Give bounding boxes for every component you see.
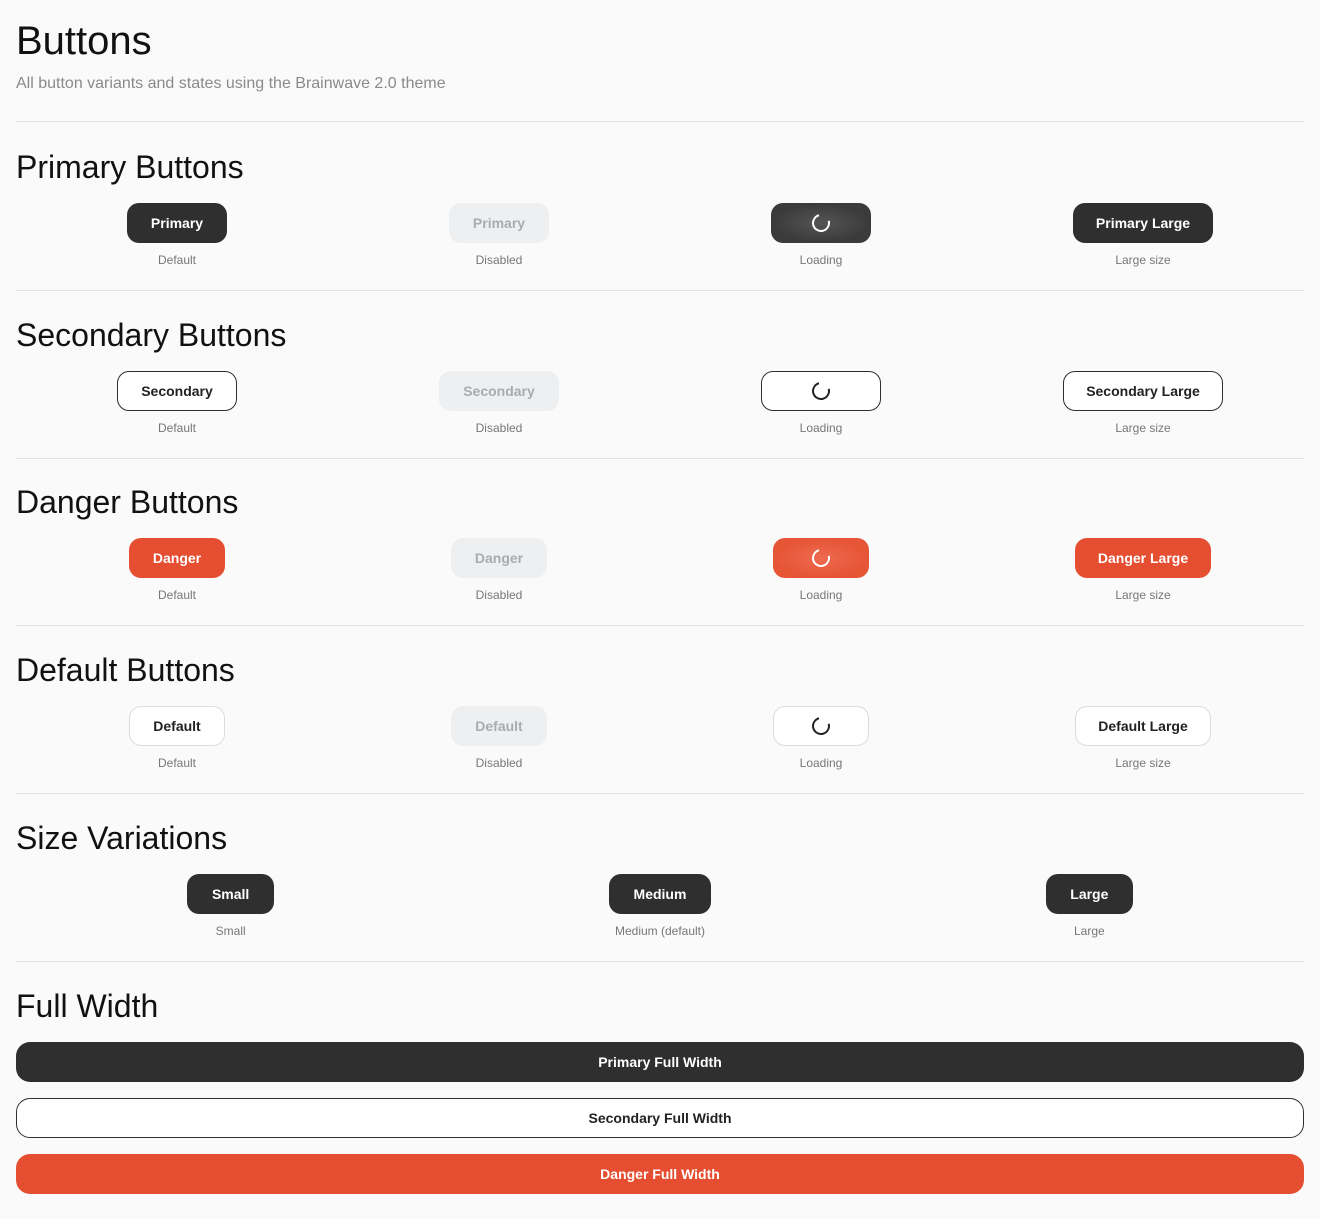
section-title-danger: Danger Buttons xyxy=(16,484,239,520)
default-button[interactable]: Default xyxy=(129,706,225,746)
danger-button[interactable]: Danger xyxy=(129,538,225,578)
default-large-button[interactable]: Default Large xyxy=(1075,706,1211,746)
secondary-button[interactable]: Secondary xyxy=(117,371,237,411)
caption-medium: Medium (default) xyxy=(614,924,706,938)
danger-full-width-button[interactable]: Danger Full Width xyxy=(16,1154,1304,1194)
danger-loading-button xyxy=(773,538,869,578)
page-header: Buttons All button variants and states u… xyxy=(16,0,1304,94)
danger-buttons-row: Danger Default Danger Disabled Loading D… xyxy=(16,538,1304,602)
caption-default: Default xyxy=(157,588,197,602)
caption-disabled: Disabled xyxy=(475,421,523,435)
danger-large-button[interactable]: Danger Large xyxy=(1075,538,1211,578)
divider xyxy=(16,290,1304,291)
default-disabled-button: Default xyxy=(451,706,547,746)
danger-buttons-section: Danger Buttons Danger Default Danger Dis… xyxy=(16,484,1304,602)
danger-large-cell: Danger Large Large size xyxy=(982,538,1304,602)
default-loading-cell: Loading xyxy=(660,706,982,770)
primary-large-button[interactable]: Primary Large xyxy=(1073,203,1213,243)
caption-default: Default xyxy=(157,253,197,267)
danger-loading-cell: Loading xyxy=(660,538,982,602)
size-small-cell: Small Small xyxy=(16,874,445,938)
caption-default: Default xyxy=(157,421,197,435)
caption-disabled: Disabled xyxy=(475,756,523,770)
size-large-cell: Large Large xyxy=(875,874,1304,938)
loading-spinner-icon xyxy=(808,545,834,571)
secondary-loading-button xyxy=(761,371,881,411)
default-disabled-cell: Default Disabled xyxy=(338,706,660,770)
default-buttons-row: Default Default Default Disabled Loading… xyxy=(16,706,1304,770)
primary-loading-cell: Loading xyxy=(660,203,982,267)
medium-button[interactable]: Medium xyxy=(608,874,711,914)
section-title-default: Default Buttons xyxy=(16,652,235,688)
danger-disabled-button: Danger xyxy=(451,538,547,578)
size-medium-cell: Medium Medium (default) xyxy=(445,874,874,938)
secondary-buttons-section: Secondary Buttons Secondary Default Seco… xyxy=(16,317,1304,435)
default-buttons-section: Default Buttons Default Default Default … xyxy=(16,652,1304,770)
small-button[interactable]: Small xyxy=(187,874,275,914)
section-title-primary: Primary Buttons xyxy=(16,149,244,185)
primary-large-cell: Primary Large Large size xyxy=(982,203,1304,267)
primary-button[interactable]: Primary xyxy=(127,203,227,243)
page-title: Buttons xyxy=(16,19,152,63)
section-title-full-width: Full Width xyxy=(16,988,159,1024)
loading-spinner-icon xyxy=(808,210,834,236)
size-buttons-row: Small Small Medium Medium (default) Larg… xyxy=(16,874,1304,938)
secondary-buttons-row: Secondary Default Secondary Disabled Loa… xyxy=(16,371,1304,435)
default-loading-button xyxy=(773,706,869,746)
loading-spinner-icon xyxy=(808,713,834,739)
primary-full-width-button[interactable]: Primary Full Width xyxy=(16,1042,1304,1082)
secondary-full-width-button[interactable]: Secondary Full Width xyxy=(16,1098,1304,1138)
section-title-sizes: Size Variations xyxy=(16,820,228,856)
caption-loading: Loading xyxy=(799,421,843,435)
caption-loading: Loading xyxy=(799,253,843,267)
full-width-section: Full Width Primary Full Width Secondary … xyxy=(16,988,1304,1194)
caption-default: Default xyxy=(157,756,197,770)
secondary-loading-cell: Loading xyxy=(660,371,982,435)
primary-disabled-button: Primary xyxy=(449,203,549,243)
danger-default-cell: Danger Default xyxy=(16,538,338,602)
primary-disabled-cell: Primary Disabled xyxy=(338,203,660,267)
caption-large: Large size xyxy=(1115,421,1171,435)
divider xyxy=(16,793,1304,794)
secondary-disabled-button: Secondary xyxy=(439,371,559,411)
caption-loading: Loading xyxy=(799,588,843,602)
primary-buttons-section: Primary Buttons Primary Default Primary … xyxy=(16,149,1304,267)
divider xyxy=(16,961,1304,962)
large-button[interactable]: Large xyxy=(1045,874,1133,914)
danger-disabled-cell: Danger Disabled xyxy=(338,538,660,602)
secondary-default-cell: Secondary Default xyxy=(16,371,338,435)
caption-loading: Loading xyxy=(799,756,843,770)
section-title-secondary: Secondary Buttons xyxy=(16,317,287,353)
caption-large: Large size xyxy=(1115,756,1171,770)
primary-default-cell: Primary Default xyxy=(16,203,338,267)
caption-large: Large size xyxy=(1115,253,1171,267)
divider xyxy=(16,458,1304,459)
primary-buttons-row: Primary Default Primary Disabled Loading… xyxy=(16,203,1304,267)
primary-loading-button xyxy=(771,203,871,243)
size-variations-section: Size Variations Small Small Medium Mediu… xyxy=(16,820,1304,938)
loading-spinner-icon xyxy=(808,378,834,404)
page-subtitle: All button variants and states using the… xyxy=(16,75,446,92)
default-default-cell: Default Default xyxy=(16,706,338,770)
caption-small: Small xyxy=(215,924,246,938)
secondary-disabled-cell: Secondary Disabled xyxy=(338,371,660,435)
default-large-cell: Default Large Large size xyxy=(982,706,1304,770)
divider xyxy=(16,625,1304,626)
caption-large: Large xyxy=(1073,924,1105,938)
secondary-large-cell: Secondary Large Large size xyxy=(982,371,1304,435)
caption-disabled: Disabled xyxy=(475,253,523,267)
caption-large: Large size xyxy=(1115,588,1171,602)
caption-disabled: Disabled xyxy=(475,588,523,602)
divider xyxy=(16,121,1304,122)
secondary-large-button[interactable]: Secondary Large xyxy=(1063,371,1223,411)
